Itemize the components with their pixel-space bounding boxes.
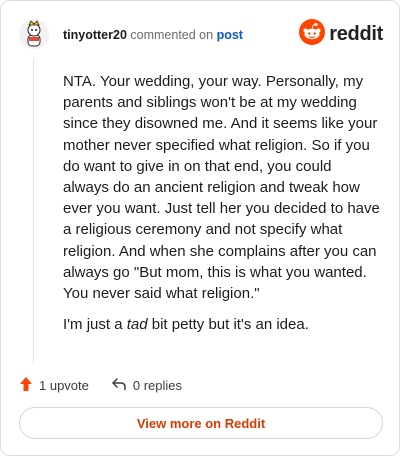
emphasis-text: tad xyxy=(126,316,148,334)
reply-button[interactable]: 0 replies xyxy=(111,377,182,394)
comment-text: bit petty but it's an idea. xyxy=(147,316,309,334)
comment-actions: 1 upvote 0 replies xyxy=(19,375,204,395)
view-more-button[interactable]: View more on Reddit xyxy=(19,407,383,439)
comment-text: I'm just a xyxy=(63,316,127,334)
comment-header: tinyotter20 commented on post reddit xyxy=(19,18,383,53)
thread-line xyxy=(33,59,34,363)
post-link[interactable]: post xyxy=(217,28,243,42)
author-line: tinyotter20 commented on post xyxy=(63,28,243,42)
comment-paragraph: NTA. Your wedding, your way. Personally,… xyxy=(63,73,380,303)
comment-embed-card: tinyotter20 commented on post reddit NTA… xyxy=(0,0,400,456)
comment-body: NTA. Your wedding, your way. Personally,… xyxy=(63,71,381,345)
reddit-logo[interactable]: reddit xyxy=(299,18,383,50)
upvote-button[interactable]: 1 upvote xyxy=(19,376,89,395)
upvote-count: 1 upvote xyxy=(39,377,89,393)
upvote-arrow-icon xyxy=(19,376,39,395)
username-link[interactable]: tinyotter20 xyxy=(63,28,127,42)
reply-count: 0 replies xyxy=(132,377,183,393)
reply-arrow-icon xyxy=(111,377,133,394)
comment-paragraph: I'm just a tad bit petty but it's an ide… xyxy=(63,314,381,335)
reddit-alien-icon xyxy=(299,18,326,50)
avatar[interactable] xyxy=(19,19,49,49)
commented-on-text: commented on xyxy=(130,28,214,42)
brand-wordmark: reddit xyxy=(329,22,383,45)
